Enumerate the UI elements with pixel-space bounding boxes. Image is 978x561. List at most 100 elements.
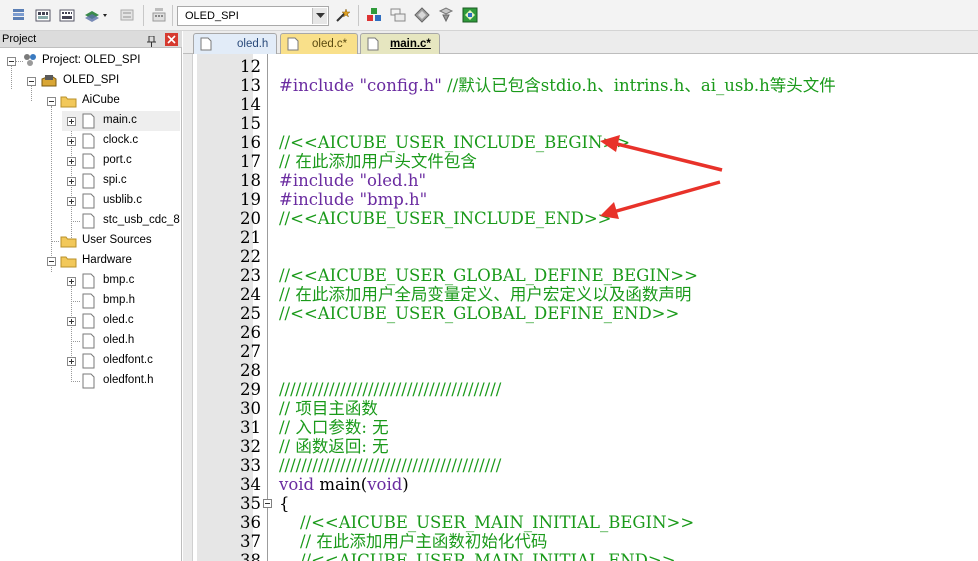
pin-icon[interactable] bbox=[147, 34, 157, 47]
collapse-icon[interactable] bbox=[47, 257, 56, 266]
code-line[interactable]: //<<AICUBE_USER_GLOBAL_DEFINE_END>> bbox=[279, 304, 679, 323]
green-component-icon[interactable] bbox=[461, 6, 479, 24]
code-line[interactable]: //////////////////////////////////////// bbox=[279, 380, 501, 399]
fold-toggle-icon[interactable] bbox=[263, 499, 272, 508]
pack-installer-icon[interactable] bbox=[437, 6, 455, 24]
tree-target[interactable]: OLED_SPI bbox=[0, 71, 182, 91]
target-select[interactable]: OLED_SPI bbox=[177, 6, 329, 26]
code-token-plain: main( bbox=[314, 475, 368, 494]
tree-group-label: Hardware bbox=[82, 254, 132, 266]
code-token-comment: //////////////////////////////////////// bbox=[279, 380, 502, 399]
magic-wand-icon[interactable] bbox=[334, 6, 352, 24]
tree-target-label: OLED_SPI bbox=[63, 74, 120, 86]
code-line[interactable]: #include "config.h" //默认已包含stdio.h、intri… bbox=[279, 76, 836, 95]
editor-tab-strip: oled.h oled.c* main.c* bbox=[183, 31, 978, 55]
code-line[interactable]: // 在此添加用户头文件包含 bbox=[279, 152, 477, 171]
tree-project-root[interactable]: Project: OLED_SPI bbox=[0, 51, 182, 71]
line-number: 32 bbox=[240, 437, 261, 456]
collapse-icon[interactable] bbox=[47, 97, 56, 106]
code-token-string: "oled.h" bbox=[359, 171, 427, 190]
line-number: 24 bbox=[240, 285, 261, 304]
tree-file-main-c[interactable]: main.c bbox=[62, 111, 180, 131]
code-token-string: "config.h" bbox=[359, 76, 442, 95]
tree-group-label: User Sources bbox=[82, 234, 152, 246]
tree-file-stc-usb-cdc[interactable]: stc_usb_cdc_8l bbox=[62, 211, 180, 231]
folder-icon bbox=[60, 254, 77, 271]
tree-file-bmp-c[interactable]: bmp.c bbox=[62, 271, 180, 291]
line-number: 31 bbox=[240, 418, 261, 437]
tree-file-oledfont-h[interactable]: oledfont.h bbox=[62, 371, 180, 391]
file-icon bbox=[82, 133, 95, 152]
code-line[interactable]: // 在此添加用户主函数初始化代码 bbox=[279, 532, 547, 551]
expand-icon[interactable] bbox=[67, 277, 76, 286]
code-line[interactable]: void main(void) bbox=[279, 475, 409, 494]
diamond-icon[interactable] bbox=[413, 6, 431, 24]
manage-components-icon[interactable] bbox=[365, 6, 383, 24]
expand-icon[interactable] bbox=[67, 157, 76, 166]
stop-build-icon[interactable] bbox=[118, 6, 136, 24]
line-number: 23 bbox=[240, 266, 261, 285]
tab-main-c[interactable]: main.c* bbox=[360, 33, 440, 55]
file-icon bbox=[367, 37, 379, 54]
expand-icon[interactable] bbox=[67, 117, 76, 126]
tree-file-clock-c[interactable]: clock.c bbox=[62, 131, 180, 151]
chevron-down-icon[interactable] bbox=[312, 8, 327, 24]
expand-icon[interactable] bbox=[67, 177, 76, 186]
stack-icon[interactable] bbox=[10, 6, 28, 24]
rebuild-icon[interactable] bbox=[58, 6, 76, 24]
line-number: 29 bbox=[240, 380, 261, 399]
code-line[interactable]: #include "bmp.h" bbox=[279, 190, 427, 209]
tab-oled-h[interactable]: oled.h bbox=[193, 33, 277, 54]
tree-group-aicube[interactable]: AiCube bbox=[0, 91, 182, 111]
expand-icon[interactable] bbox=[67, 357, 76, 366]
tree-group-hardware[interactable]: Hardware bbox=[0, 251, 182, 271]
code-line[interactable]: //<<AICUBE_USER_MAIN_INITIAL_BEGIN>> bbox=[279, 513, 694, 532]
tree-file-oled-c[interactable]: oled.c bbox=[62, 311, 180, 331]
collapse-icon[interactable] bbox=[7, 57, 16, 66]
tree-file-bmp-h[interactable]: bmp.h bbox=[62, 291, 180, 311]
code-line[interactable]: //<<AICUBE_USER_INCLUDE_END>> bbox=[279, 209, 612, 228]
file-icon bbox=[82, 293, 95, 312]
load-icon[interactable] bbox=[150, 6, 168, 24]
tree-file-port-c[interactable]: port.c bbox=[62, 151, 180, 171]
code-line[interactable]: #include "oled.h" bbox=[279, 171, 426, 190]
code-line[interactable]: //////////////////////////////////////// bbox=[279, 456, 501, 475]
code-token-comment: // 在此添加用户头文件包含 bbox=[279, 152, 477, 171]
expand-icon[interactable] bbox=[67, 317, 76, 326]
code-line[interactable]: // 入口参数: 无 bbox=[279, 418, 389, 437]
batch-build-icon[interactable] bbox=[83, 6, 109, 24]
tree-file-spi-c[interactable]: spi.c bbox=[62, 171, 180, 191]
tree-file-oledfont-c[interactable]: oledfont.c bbox=[62, 351, 180, 371]
window-layout-icon[interactable] bbox=[389, 6, 407, 24]
line-number: 26 bbox=[240, 323, 261, 342]
breakpoint-gutter[interactable] bbox=[183, 54, 193, 561]
line-number: 17 bbox=[240, 152, 261, 171]
tree-file-label: usblib.c bbox=[103, 194, 142, 206]
code-line[interactable]: // 在此添加用户全局变量定义、用户宏定义以及函数声明 bbox=[279, 285, 691, 304]
tree-file-oled-h[interactable]: oled.h bbox=[62, 331, 180, 351]
code-line[interactable]: //<<AICUBE_USER_INCLUDE_BEGIN>> bbox=[279, 133, 630, 152]
code-editor[interactable]: 12 13 #include "config.h" //默认已包含stdio.h、i… bbox=[183, 54, 978, 561]
build-icon[interactable] bbox=[34, 6, 52, 24]
file-icon bbox=[82, 173, 95, 192]
tab-oled-c[interactable]: oled.c* bbox=[280, 33, 358, 54]
code-line[interactable]: //<<AICUBE_USER_GLOBAL_DEFINE_BEGIN>> bbox=[279, 266, 698, 285]
line-number: 16 bbox=[240, 133, 261, 152]
expand-icon[interactable] bbox=[67, 197, 76, 206]
code-token-keyword: #include bbox=[279, 171, 360, 190]
code-token-keyword: #include bbox=[279, 190, 360, 209]
code-line[interactable]: { bbox=[279, 494, 290, 513]
line-number: 18 bbox=[240, 171, 261, 190]
tree-group-user-sources[interactable]: User Sources bbox=[0, 231, 182, 251]
tree-file-label: oled.h bbox=[103, 334, 135, 346]
expand-icon[interactable] bbox=[67, 137, 76, 146]
code-token-comment: // 入口参数: 无 bbox=[279, 418, 389, 437]
code-line[interactable]: //<<AICUBE_USER_MAIN_INITIAL_END>> bbox=[279, 551, 676, 561]
code-line[interactable]: // 函数返回: 无 bbox=[279, 437, 389, 456]
tree-file-label: port.c bbox=[103, 154, 132, 166]
tree-file-usblib-c[interactable]: usblib.c bbox=[62, 191, 180, 211]
close-icon[interactable] bbox=[165, 33, 178, 46]
collapse-icon[interactable] bbox=[27, 77, 36, 86]
line-number: 35 bbox=[240, 494, 261, 513]
code-line[interactable]: // 项目主函数 bbox=[279, 399, 378, 418]
